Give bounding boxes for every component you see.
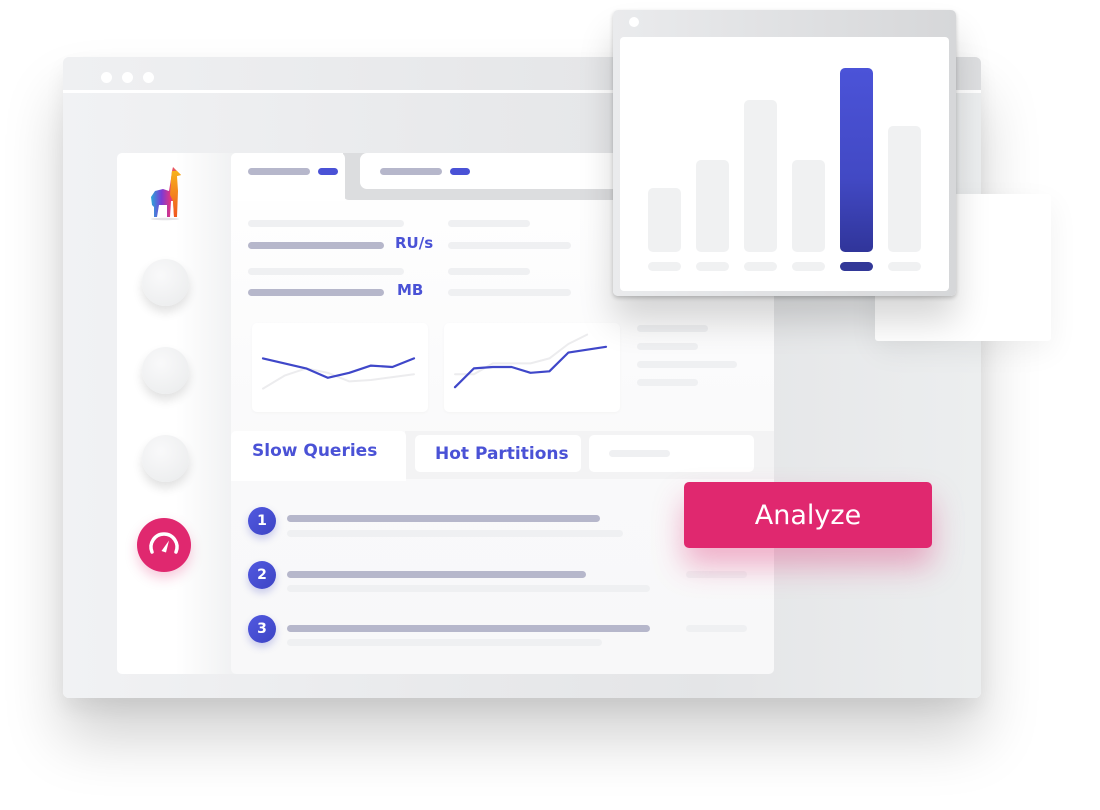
tab-slow-queries[interactable]: Slow Queries	[231, 431, 406, 481]
analyze-button[interactable]: Analyze	[684, 482, 932, 548]
query-text-placeholder	[287, 515, 600, 522]
metric-unit-storage: MB	[397, 281, 424, 299]
tab-badge-placeholder	[450, 168, 470, 175]
legend-placeholder	[637, 325, 708, 332]
metric-detail-placeholder	[448, 242, 571, 249]
chart-panel	[620, 37, 949, 291]
window-dot	[101, 72, 112, 83]
speedometer-icon	[149, 532, 179, 554]
sidebar-item-2[interactable]	[142, 347, 189, 394]
llama-logo	[151, 167, 181, 221]
query-subtext-placeholder	[287, 585, 650, 592]
metric-caption-placeholder	[248, 220, 404, 227]
bar-label-placeholder	[744, 262, 777, 271]
window-dot	[629, 17, 639, 27]
query-metric-placeholder	[686, 625, 747, 632]
tab-label-placeholder	[380, 168, 442, 175]
sparkline-card-2	[444, 323, 620, 412]
query-rank-badge: 1	[248, 507, 276, 535]
sparkline-card-1	[252, 323, 428, 412]
query-rank-badge: 2	[248, 561, 276, 589]
metric-unit-throughput: RU/s	[395, 234, 434, 252]
bar	[648, 188, 681, 252]
sparkline-series-primary	[453, 345, 608, 389]
bar-label-placeholder	[840, 262, 873, 271]
metric-caption-placeholder	[248, 268, 404, 275]
query-subtext-placeholder	[287, 530, 623, 537]
top-tab-2[interactable]	[360, 153, 630, 189]
sidebar-item-3[interactable]	[142, 435, 189, 482]
metric-detail-placeholder	[448, 289, 571, 296]
bar-label-placeholder	[696, 262, 729, 271]
window-dot	[143, 72, 154, 83]
tab-badge-placeholder	[318, 168, 338, 175]
metric-caption-placeholder	[448, 268, 530, 275]
top-tab-1[interactable]	[231, 153, 345, 201]
legend-placeholder	[637, 379, 698, 386]
metric-caption-placeholder	[448, 220, 530, 227]
sparkline-series-secondary	[262, 367, 415, 390]
sparkline-chart-2	[453, 333, 608, 389]
sidebar-item-1[interactable]	[142, 259, 189, 306]
bar	[744, 100, 777, 252]
bar	[696, 160, 729, 252]
chart-window	[613, 10, 956, 296]
metric-value-placeholder	[248, 289, 384, 296]
tab-third[interactable]	[589, 435, 754, 472]
bar	[792, 160, 825, 252]
bar	[888, 126, 921, 252]
bar-label-placeholder	[648, 262, 681, 271]
sparkline-chart-1	[261, 357, 416, 390]
metric-value-placeholder	[248, 242, 384, 249]
tab-label-placeholder	[609, 450, 670, 457]
query-metric-placeholder	[686, 571, 747, 578]
bar-label-placeholder	[888, 262, 921, 271]
query-text-placeholder	[287, 571, 586, 578]
query-rank-badge: 3	[248, 615, 276, 643]
bar-label-placeholder	[792, 262, 825, 271]
legend-placeholder	[637, 361, 737, 368]
bar-highlighted	[840, 68, 873, 252]
tab-hot-partitions[interactable]: Hot Partitions	[415, 435, 581, 472]
sidebar-item-performance[interactable]	[137, 518, 191, 572]
query-text-placeholder	[287, 625, 650, 632]
window-dot	[122, 72, 133, 83]
query-subtext-placeholder	[287, 639, 602, 646]
sidebar	[117, 153, 235, 674]
bar-chart	[648, 68, 921, 271]
legend-placeholder	[637, 343, 698, 350]
tab-label-placeholder	[248, 168, 310, 175]
